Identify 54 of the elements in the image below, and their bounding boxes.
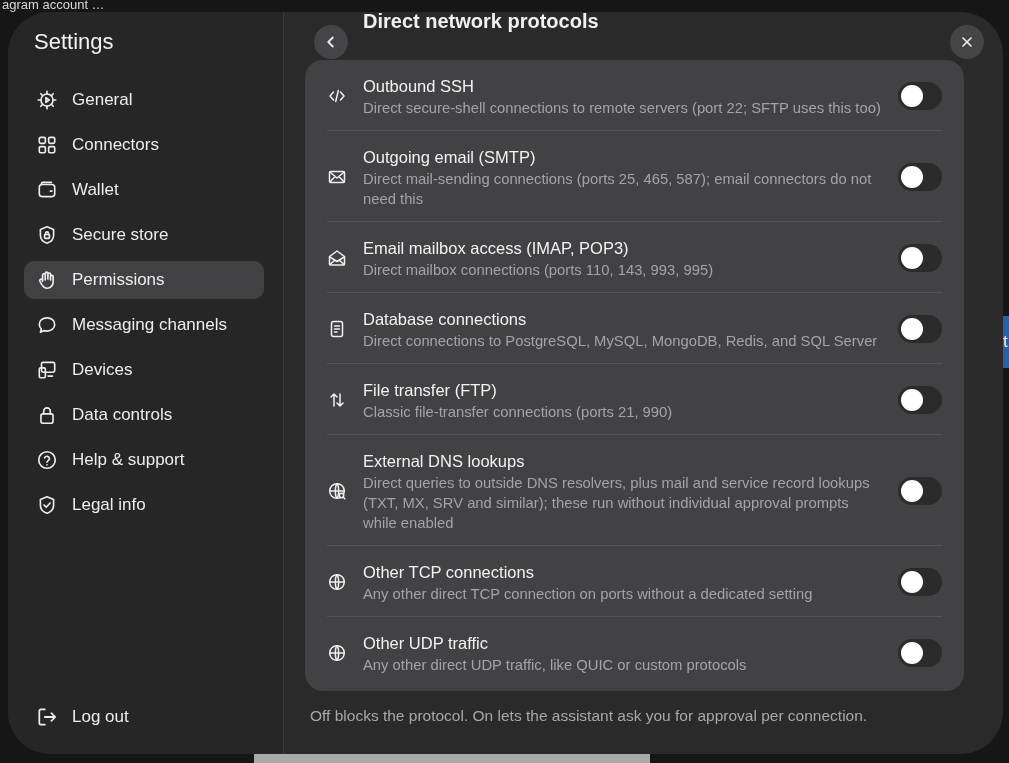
close-button[interactable] [950,25,984,59]
toggle-switch[interactable] [898,386,942,414]
devices-icon [36,359,58,381]
help-icon [36,449,58,471]
logout-icon [36,706,58,728]
toggle-switch[interactable] [898,568,942,596]
nav-item[interactable]: Messaging channels [24,306,264,344]
nav-item[interactable]: General [24,81,264,119]
protocol-description: Any other direct UDP traffic, like QUIC or custom protocols [363,656,748,675]
protocol-title: Other TCP connections [363,562,535,583]
globe-icon [327,643,347,663]
gear-icon [36,89,58,111]
toggle-switch[interactable] [898,82,942,110]
footnote: Off blocks the protocol. On lets the assistant ask you for approval per connection. [310,707,869,725]
protocol-description: Direct mail-sending connections (ports 25, 465, 587); email connectors do not need this [363,170,873,209]
toggle-switch[interactable] [898,477,942,505]
protocol-description: Direct mailbox connections (ports 110, 143, 993, 995) [363,261,715,280]
toggle-switch[interactable] [898,315,942,343]
protocol-description: Direct secure-shell connections to remote servers (port 22; SFTP uses this too) [363,99,882,118]
protocol-title: File transfer (FTP) [363,380,498,401]
nav-item[interactable]: Devices [24,351,264,389]
globesearch-icon [327,481,347,501]
protocol-description: Direct connections to PostgreSQL, MySQL, MongoDB, Redis, and SQL Server [363,332,879,351]
logout-button[interactable]: Log out [24,698,264,736]
protocol-title: External DNS lookups [363,451,526,472]
protocol-title: Outgoing email (SMTP) [363,147,537,168]
chat-icon [36,314,58,336]
nav-item[interactable]: Data controls [24,396,264,434]
section-heading: Direct network protocols [363,12,600,33]
globe-icon [327,572,347,592]
protocol-description: Any other direct TCP connection on ports without a dedicated setting [363,585,814,604]
nav-item[interactable]: Wallet [24,171,264,209]
grid-icon [36,134,58,156]
toggle-switch[interactable] [898,244,942,272]
settings-title: Settings [33,28,115,56]
nav-item[interactable]: Legal info [24,486,264,524]
nav-item[interactable]: Secure store [24,216,264,254]
arrows-icon [327,390,347,410]
protocol-title: Outbound SSH [363,76,475,97]
protocol-title: Database connections [363,309,528,330]
protocol-title: Email mailbox access (IMAP, POP3) [363,238,630,259]
toggle-switch[interactable] [898,639,942,667]
background-title: agram account … [2,0,105,11]
nav-item[interactable]: Connectors [24,126,264,164]
mailopen-icon [327,248,347,268]
protocol-title: Other UDP traffic [363,633,489,654]
protocol-description: Classic file-transfer connections (ports 21, 990) [363,403,674,422]
nav-item[interactable]: Permissions [24,261,264,299]
nav-item[interactable]: Help & support [24,441,264,479]
toggle-switch[interactable] [898,163,942,191]
back-button[interactable] [314,25,348,59]
protocol-description: Direct queries to outside DNS resolvers, plus mail and service record lookups (TXT, MX, SRV and similar); these run without individual approval prompts while enabled [363,474,871,533]
background-button[interactable]: t [1003,316,1009,368]
close-icon [959,34,975,50]
